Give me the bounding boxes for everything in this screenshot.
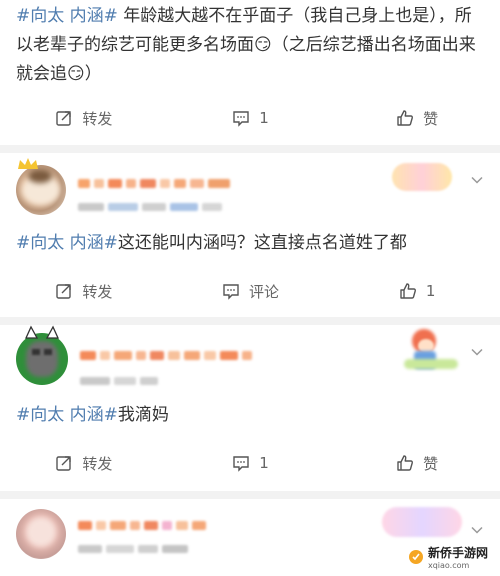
chevron-down-icon[interactable]	[470, 173, 484, 187]
post-card: 新侨手游网 xqiao.com	[0, 499, 500, 576]
action-bar: 转发 1 赞	[0, 98, 500, 138]
like-label: 赞	[423, 109, 439, 128]
separator	[0, 491, 500, 499]
cartoon-sticker-decoration	[404, 329, 458, 371]
smirk-emoji: 😏	[67, 64, 85, 84]
like-icon	[397, 110, 414, 126]
meta-blurred	[78, 545, 188, 553]
like-count: 1	[425, 282, 436, 300]
comment-icon	[223, 284, 239, 300]
like-button[interactable]: 1	[333, 271, 500, 311]
repost-icon	[56, 456, 72, 471]
post-card: #向太 内涵#这还能叫内涵吗？这直接点名道姓了都 转发 评论 1	[0, 153, 500, 317]
cat-ears-icon	[24, 325, 60, 339]
repost-label: 转发	[82, 282, 113, 301]
comment-button[interactable]: 1	[167, 98, 334, 138]
repost-icon	[56, 111, 72, 126]
site-watermark: 新侨手游网 xqiao.com	[401, 542, 494, 572]
chevron-down-icon[interactable]	[470, 345, 484, 359]
username-blurred	[80, 351, 252, 360]
repost-label: 转发	[82, 109, 113, 128]
hashtag-link[interactable]: #向太 内涵#	[16, 6, 118, 26]
post-text: #向太 内涵#这还能叫内涵吗？这直接点名道姓了都	[16, 233, 407, 253]
avatar[interactable]	[16, 509, 66, 559]
repost-button[interactable]: 转发	[0, 443, 167, 483]
action-bar: 转发 1 赞	[0, 443, 500, 483]
logo-icon	[408, 550, 423, 564]
post-card: #向太 内涵# 年龄越大越不在乎面子（我自己身上也是），所以老辈子的综艺可能更多…	[0, 0, 500, 145]
crown-icon	[18, 158, 38, 169]
repost-label: 转发	[82, 454, 113, 473]
meta-blurred	[78, 203, 222, 211]
post-card: #向太 内涵#我滴妈 转发 1 赞	[0, 325, 500, 491]
fan-badge-decoration	[392, 163, 452, 191]
like-icon	[397, 455, 414, 471]
like-label: 赞	[423, 454, 439, 473]
separator	[0, 317, 500, 325]
like-button[interactable]: 赞	[333, 98, 500, 138]
username-blurred	[78, 521, 206, 530]
watermark-title: 新侨手游网	[427, 546, 488, 560]
bunny-sticker-decoration	[382, 507, 462, 537]
comment-icon	[233, 111, 249, 127]
watermark-sub: xqiao.com	[427, 561, 470, 570]
repost-button[interactable]: 转发	[0, 271, 167, 311]
hashtag-link[interactable]: #向太 内涵#	[16, 405, 118, 425]
comment-icon	[233, 456, 249, 472]
comment-button[interactable]: 评论	[167, 271, 334, 311]
username-blurred	[78, 179, 230, 188]
post-text: #向太 内涵#我滴妈	[16, 405, 169, 425]
repost-button[interactable]: 转发	[0, 98, 167, 138]
action-bar: 转发 评论 1	[0, 271, 500, 311]
post-text: #向太 内涵# 年龄越大越不在乎面子（我自己身上也是），所以老辈子的综艺可能更多…	[16, 6, 476, 84]
repost-icon	[56, 284, 72, 299]
chevron-down-icon[interactable]	[470, 523, 484, 537]
avatar[interactable]	[16, 333, 68, 385]
like-button[interactable]: 赞	[333, 443, 500, 483]
like-icon	[400, 283, 416, 299]
separator	[0, 145, 500, 153]
meta-blurred	[80, 377, 158, 385]
hashtag-link[interactable]: #向太 内涵#	[16, 233, 118, 253]
smirk-emoji: 😏	[254, 35, 272, 55]
comment-count: 1	[259, 454, 269, 472]
comment-label: 评论	[249, 282, 280, 301]
comment-button[interactable]: 1	[167, 443, 334, 483]
comment-count: 1	[259, 109, 269, 127]
